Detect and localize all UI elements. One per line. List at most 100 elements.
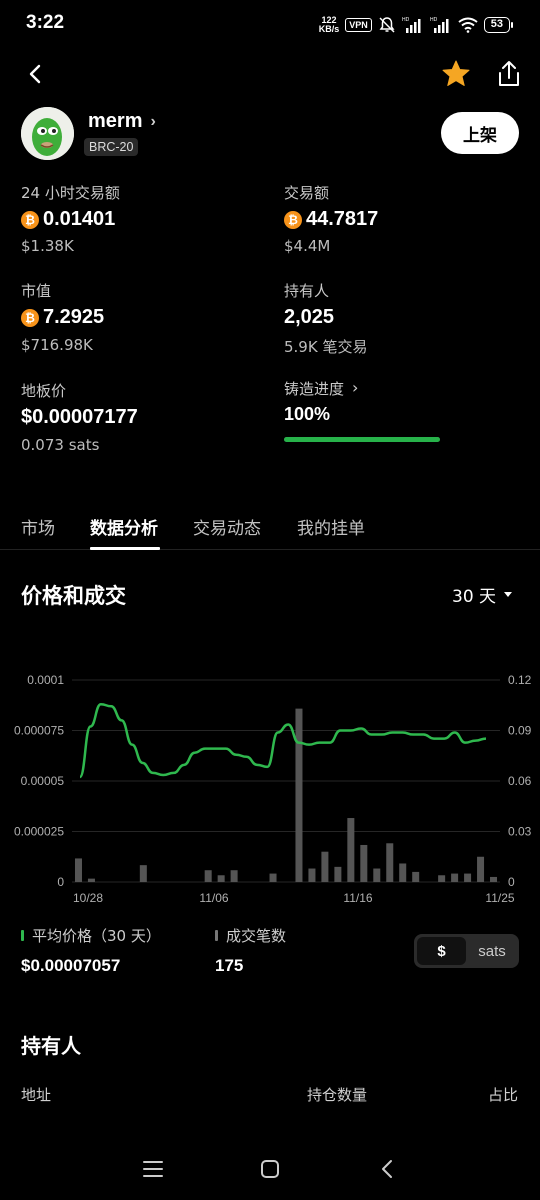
pepe-avatar-icon — [21, 107, 74, 160]
y-right-tick-label: 0.03 — [508, 825, 532, 839]
holders-value: 2,025 — [284, 306, 335, 328]
tab-activity[interactable]: 交易动态 — [193, 514, 261, 539]
menu-icon[interactable] — [142, 1158, 164, 1180]
volume-bar — [347, 818, 355, 882]
tab-my-orders[interactable]: 我的挂单 — [297, 514, 365, 539]
mint-progress-fill — [284, 437, 440, 442]
bitcoin-icon: ₿ — [21, 308, 39, 327]
holders-trades: 5.9K 笔交易 — [284, 338, 368, 356]
price-volume-title: 价格和成交 — [21, 584, 126, 608]
column-address: 地址 — [21, 1086, 52, 1104]
volume-bar — [230, 870, 238, 882]
mint-progress-link[interactable]: 铸造进度 › — [284, 378, 358, 399]
volume-bar — [399, 863, 407, 882]
legend-price-label: 平均价格（30 天） — [32, 927, 161, 945]
volume-bar — [360, 844, 368, 882]
status-icons: 122 KB/s VPN HD HD 53 — [318, 14, 514, 36]
y-left-tick-label: 0.000075 — [14, 724, 64, 738]
svg-text:HD: HD — [402, 17, 410, 23]
chevron-right-icon: › — [352, 378, 359, 397]
legend-trades: 成交笔数 — [215, 925, 286, 946]
y-left-tick-label: 0 — [57, 875, 64, 889]
y-right-tick-label: 0 — [508, 875, 515, 889]
volume-bar — [74, 858, 82, 882]
legend-trades-label: 成交笔数 — [226, 927, 287, 945]
volume-24h-label: 24 小时交易额 — [21, 184, 120, 202]
status-bar: 3:22 122 KB/s VPN HD HD 53 — [0, 0, 540, 50]
active-tab-indicator — [90, 547, 160, 550]
signal-icon: HD — [402, 17, 421, 33]
legend-trades-value: 175 — [215, 956, 244, 975]
volume-bar — [412, 871, 420, 882]
price-line — [78, 702, 487, 779]
holders-label: 持有人 — [284, 282, 330, 300]
caret-down-icon — [504, 592, 513, 597]
net-speed: 122 KB/s — [318, 15, 340, 34]
clipped-row-text — [470, 1132, 520, 1140]
y-right-tick-label: 0.12 — [508, 673, 532, 687]
status-time: 3:22 — [26, 12, 65, 33]
unit-toggle: $ sats — [414, 934, 519, 968]
volume-bar — [308, 868, 316, 882]
x-tick-label: 11/06 — [199, 891, 228, 905]
token-standard-badge: BRC-20 — [84, 138, 139, 156]
y-right-tick-label: 0.09 — [508, 724, 532, 738]
mute-bell-icon — [379, 17, 395, 33]
price-volume-chart: 0 0 0.000025 0.03 0.00005 0.06 0.000075 0.09 0.0… — [14, 673, 532, 905]
range-dropdown[interactable]: 30 天 — [452, 582, 513, 607]
chevron-right-icon: › — [150, 112, 156, 130]
volume-24h-usd: $1.38K — [21, 237, 74, 255]
market-cap-usd: $716.98K — [21, 336, 93, 354]
volume-bar — [321, 851, 329, 882]
range-value: 30 天 — [452, 587, 497, 607]
token-name-link[interactable]: merm › — [88, 110, 156, 133]
unit-usd-option[interactable]: $ — [417, 937, 466, 965]
bitcoin-icon: ₿ — [21, 210, 39, 229]
volume-24h-value: ₿ 0.01401 — [21, 208, 115, 231]
vpn-icon: VPN — [345, 18, 372, 32]
home-square-icon[interactable] — [259, 1158, 281, 1180]
legend-price: 平均价格（30 天） — [21, 925, 161, 946]
volume-bar — [139, 865, 147, 882]
market-cap-value: ₿ 7.2925 — [21, 306, 104, 329]
back-triangle-icon[interactable] — [376, 1158, 398, 1180]
y-left-tick-label: 0.000025 — [14, 825, 64, 839]
volume-bar — [295, 708, 303, 882]
volume-bar — [87, 878, 95, 882]
wifi-icon — [458, 17, 478, 33]
y-left-tick-label: 0.00005 — [21, 774, 65, 788]
volume-bar — [386, 843, 394, 882]
token-name: merm — [88, 110, 143, 132]
holders-title: 持有人 — [21, 1034, 81, 1058]
list-for-sale-button[interactable]: 上架 — [441, 112, 519, 154]
legend-trades-swatch — [215, 930, 218, 941]
mint-progress-label: 铸造进度 — [284, 380, 345, 398]
tab-market[interactable]: 市场 — [21, 514, 55, 539]
market-cap-label: 市值 — [21, 282, 52, 300]
y-right-tick-label: 0.06 — [508, 774, 532, 788]
tab-bar: 市场 数据分析 交易动态 我的挂单 — [0, 510, 540, 550]
y-left-tick-label: 0.0001 — [27, 673, 64, 687]
volume-bar — [438, 875, 446, 882]
volume-bar — [334, 866, 342, 882]
back-arrow-icon[interactable] — [22, 60, 50, 88]
star-icon[interactable] — [440, 58, 472, 90]
x-tick-label: 11/16 — [343, 891, 372, 905]
tab-analytics[interactable]: 数据分析 — [90, 514, 158, 539]
unit-sats-option[interactable]: sats — [468, 937, 516, 965]
volume-total-usd: $4.4M — [284, 237, 331, 255]
mint-progress-value: 100% — [284, 404, 331, 424]
volume-total-label: 交易额 — [284, 184, 330, 202]
volume-bar — [269, 873, 277, 882]
x-tick-label: 10/28 — [73, 891, 103, 905]
column-amount: 持仓数量 — [307, 1086, 368, 1104]
bitcoin-icon: ₿ — [284, 210, 302, 229]
mint-progress-bar — [284, 437, 440, 442]
column-share: 占比 — [488, 1086, 519, 1104]
volume-bar — [217, 875, 225, 882]
share-icon[interactable] — [494, 58, 524, 90]
signal-icon-2: HD — [430, 17, 449, 33]
legend-price-value: $0.00007057 — [21, 956, 121, 975]
floor-price-label: 地板价 — [21, 382, 67, 400]
volume-bar — [490, 876, 498, 882]
